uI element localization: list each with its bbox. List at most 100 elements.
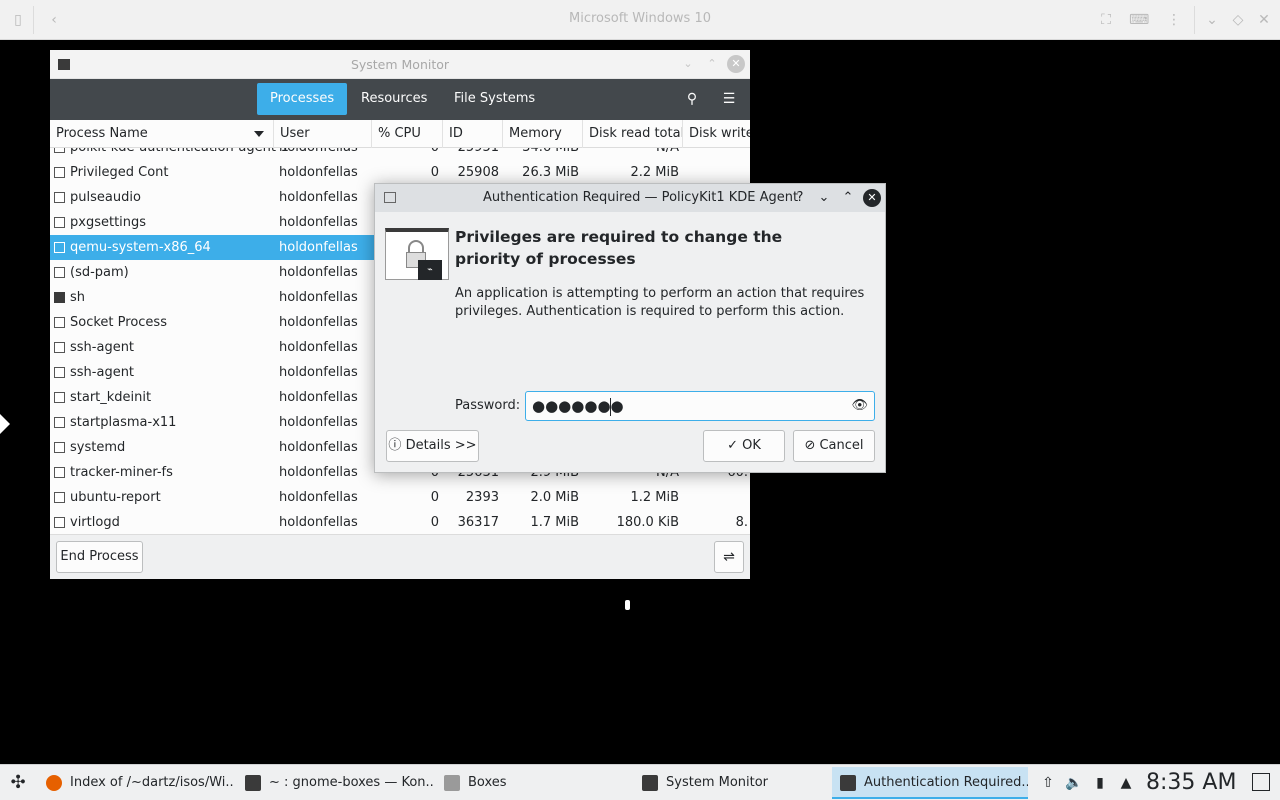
text-caret (610, 398, 611, 416)
minimize-icon[interactable]: ⌄ (679, 55, 697, 73)
cell-name: start_kdeinit (70, 390, 152, 405)
ok-button[interactable]: ✓ OK (703, 430, 785, 462)
details-button[interactable]: ⓘ Details >> (386, 430, 479, 462)
application-launcher-icon[interactable]: ✣ (8, 773, 28, 793)
cell-user: holdonfellas (279, 315, 358, 330)
table-row[interactable]: Privileged Cont holdonfellas 0 25908 26.3 Mi… (50, 160, 750, 185)
search-icon[interactable]: ⚲ (682, 89, 702, 109)
process-icon (54, 467, 65, 478)
system-monitor-icon (642, 775, 658, 791)
cell-cpu: 0 (430, 165, 439, 180)
cell-read: 2.2 MiB (630, 165, 679, 180)
cell-name: pxgsettings (70, 215, 147, 230)
table-row[interactable]: polkit-kde-authentication-agent-1holdonf… (50, 148, 750, 160)
show-password-icon[interactable]: 👁 (851, 398, 868, 413)
tab-resources[interactable]: Resources (348, 83, 440, 115)
process-icon (54, 192, 65, 203)
taskbar: ✣ Index of /~dartz/isos/Wi... ~ : gnome-… (0, 764, 1280, 800)
clock[interactable]: 8:35 AM (1146, 769, 1236, 797)
terminal-icon (54, 292, 65, 303)
process-icon (54, 367, 65, 378)
mouse-pointer (0, 414, 10, 434)
cancel-button[interactable]: ⊘ Cancel (793, 430, 875, 462)
column-memory[interactable]: Memory (503, 120, 583, 148)
cell-user: holdonfellas (279, 365, 358, 380)
table-row[interactable]: ubuntu-report holdonfellas 0 2393 2.0 MiB 1.2… (50, 485, 750, 510)
check-icon: ✓ (727, 438, 743, 453)
fullscreen-icon[interactable]: ⛶ (1096, 10, 1116, 30)
expand-tray-icon[interactable]: ▲ (1116, 773, 1136, 793)
task-system-monitor[interactable]: System Monitor (634, 767, 830, 799)
boxes-icon (444, 775, 460, 791)
close-icon[interactable]: ✕ (863, 189, 881, 207)
configure-columns-icon[interactable]: ⇌ (714, 541, 744, 573)
task-label: ~ : gnome-boxes — Kon... (269, 775, 433, 790)
end-process-button[interactable]: End Process (56, 541, 143, 573)
hamburger-menu-icon[interactable]: ☰ (719, 89, 739, 109)
cell-user: holdonfellas (279, 215, 358, 230)
task-boxes[interactable]: Boxes (436, 767, 632, 799)
firefox-icon (46, 775, 62, 791)
dialog-message: An application is attempting to perform … (455, 286, 865, 319)
maximize-icon[interactable]: ⌃ (839, 189, 857, 207)
keyboard-icon[interactable]: ⌨ (1129, 10, 1149, 30)
authentication-dialog: Authentication Required — PolicyKit1 KDE… (374, 183, 886, 473)
volume-muted-icon[interactable]: 🔈 (1064, 773, 1084, 793)
task-label: System Monitor (666, 775, 769, 790)
password-field[interactable]: ●●●●●●● 👁 (525, 391, 875, 421)
process-icon (54, 342, 65, 353)
column-process-name[interactable]: Process Name (50, 120, 274, 148)
task-konsole[interactable]: ~ : gnome-boxes — Kon... (237, 767, 433, 799)
dialog-titlebar[interactable]: Authentication Required — PolicyKit1 KDE… (375, 184, 885, 212)
dialog-app-icon (384, 192, 396, 203)
task-firefox[interactable]: Index of /~dartz/isos/Wi... (38, 767, 234, 799)
close-icon[interactable]: ✕ (1254, 10, 1274, 30)
process-icon (54, 442, 65, 453)
cell-user: holdonfellas (279, 190, 358, 205)
window-title: System Monitor (350, 57, 450, 72)
cell-read: 180.0 KiB (616, 515, 679, 530)
cell-name: (sd-pam) (70, 265, 129, 280)
help-icon[interactable]: ? (791, 189, 809, 207)
process-icon (54, 217, 65, 228)
cell-name: polkit-kde-authentication-agent-1 (70, 148, 289, 160)
titlebar[interactable]: System Monitor ⌄ ⌃ ✕ (50, 50, 750, 79)
process-icon (54, 417, 65, 428)
task-label: Boxes (468, 775, 507, 790)
menu-dots-icon[interactable]: ⋮ (1164, 10, 1184, 30)
column-disk-read[interactable]: Disk read total (583, 120, 683, 148)
tab-file-systems[interactable]: File Systems (441, 83, 548, 115)
task-authentication[interactable]: Authentication Required... (832, 767, 1028, 799)
column-id[interactable]: ID (443, 120, 503, 148)
show-desktop-icon[interactable] (1252, 773, 1270, 791)
process-icon (54, 167, 65, 178)
cell-user: holdonfellas (279, 240, 358, 255)
cell-read: 1.2 MiB (630, 490, 679, 505)
lock-app-icon (840, 775, 856, 791)
cell-name: tracker-miner-fs (70, 465, 173, 480)
battery-icon[interactable]: ▮ (1090, 773, 1110, 793)
maximize-icon[interactable]: ◇ (1228, 10, 1248, 30)
close-icon[interactable]: ✕ (727, 55, 745, 73)
minimize-icon[interactable]: ⌄ (815, 189, 833, 207)
minimize-icon[interactable]: ⌄ (1202, 10, 1222, 30)
update-notifier-icon[interactable]: ⇧ (1038, 773, 1058, 793)
column-user[interactable]: User (274, 120, 372, 148)
process-icon (54, 267, 65, 278)
table-row[interactable]: virtlogd holdonfellas 0 36317 1.7 MiB 180.0 K… (50, 510, 750, 534)
column-cpu[interactable]: % CPU (372, 120, 443, 148)
vm-title: Microsoft Windows 10 (569, 11, 711, 26)
cell-user: holdonfellas (279, 515, 358, 530)
task-label: Index of /~dartz/isos/Wi... (70, 775, 234, 790)
cell-read: N/A (656, 148, 679, 160)
tab-processes[interactable]: Processes (257, 83, 348, 115)
maximize-icon[interactable]: ⌃ (703, 55, 721, 73)
cell-name: startplasma-x11 (70, 415, 177, 430)
cancel-label: Cancel (819, 438, 864, 453)
column-disk-write[interactable]: Disk write (683, 120, 750, 148)
info-icon: ⓘ (388, 438, 406, 453)
cell-user: holdonfellas (279, 440, 358, 455)
cell-id: 25951 (458, 148, 499, 160)
cell-id: 2393 (465, 490, 499, 505)
process-icon (54, 148, 65, 153)
